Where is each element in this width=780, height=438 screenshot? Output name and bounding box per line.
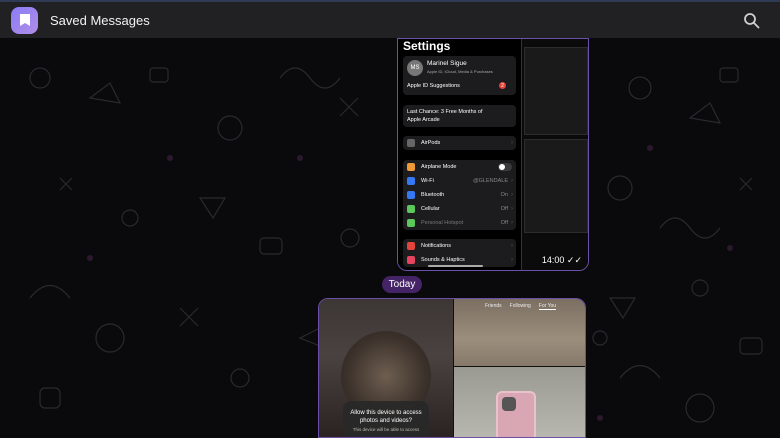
album-photo-3[interactable] (454, 367, 585, 437)
apple-id-suggestions: Apple ID Suggestions (407, 83, 460, 89)
hotspot-icon (407, 219, 415, 227)
bluetooth-icon (407, 191, 415, 199)
arcade-line1: Last Chance: 3 Free Months of (407, 109, 483, 115)
thumbnail-2 (524, 139, 588, 233)
airplane-icon (407, 163, 415, 171)
notifications-icon (407, 242, 415, 250)
search-icon[interactable] (743, 12, 760, 29)
arcade-line2: Apple Arcade (407, 117, 440, 123)
airpods-label: AirPods (421, 140, 441, 146)
bookmark-icon (19, 14, 30, 26)
sounds-label: Sounds & Haptics (421, 257, 465, 263)
album-photo-1[interactable]: Allow this device to access photos and v… (319, 299, 453, 437)
dialog-body: This device will be able to access (352, 427, 420, 432)
airplane-toggle (498, 163, 512, 171)
phone-case-shape (496, 391, 536, 437)
settings-title: Settings (403, 39, 451, 53)
suggestions-badge: 2 (499, 82, 506, 89)
dialog-title: Allow this device to access photos and v… (350, 410, 422, 424)
airpods-icon (407, 139, 415, 147)
notifications-group: Notifications › Sounds & Haptics › (403, 239, 516, 267)
album-photo-2[interactable]: Friends Following For You (454, 299, 585, 366)
sounds-icon (407, 256, 415, 264)
message-time: 14:00 ✓✓ (541, 255, 582, 265)
profile-avatar: MS (407, 60, 423, 76)
arcade-group: Last Chance: 3 Free Months of Apple Arca… (403, 105, 516, 127)
settings-row-airplane: Airplane Mode (403, 160, 516, 174)
chat-title[interactable]: Saved Messages (50, 13, 150, 28)
profile-subtitle: Apple ID, iCloud, Media & Purchases (427, 69, 493, 74)
connectivity-group: Airplane Mode Wi-Fi @GLENDALE › Bluetooth O… (403, 160, 516, 230)
cellular-icon (407, 205, 415, 213)
thumbnail-1 (524, 47, 588, 135)
settings-screen: Settings MS Marinel Sigue Apple ID, iClo… (398, 39, 520, 270)
settings-row-cellular: Cellular Off › (403, 202, 516, 216)
profile-group: MS Marinel Sigue Apple ID, iCloud, Media… (403, 56, 516, 95)
settings-row-bluetooth: Bluetooth On › (403, 188, 516, 202)
settings-screenshot-message[interactable]: Settings MS Marinel Sigue Apple ID, iClo… (397, 38, 589, 271)
home-indicator (428, 265, 483, 267)
profile-name: Marinel Sigue (427, 60, 467, 67)
airpods-group: AirPods › (403, 136, 516, 150)
date-separator: Today (382, 276, 422, 293)
settings-row-hotspot: Personal Hotspot Off › (403, 216, 516, 230)
notifications-label: Notifications (421, 243, 451, 249)
photo-album-message[interactable]: Allow this device to access photos and v… (318, 298, 586, 438)
settings-row-wifi: Wi-Fi @GLENDALE › (403, 174, 516, 188)
screenshot-thumbnails (521, 39, 588, 270)
feed-tabs: Friends Following For You (484, 302, 557, 310)
wifi-icon (407, 177, 415, 185)
saved-messages-avatar[interactable] (11, 6, 38, 34)
permission-dialog: Allow this device to access photos and v… (343, 401, 429, 437)
chat-header: Saved Messages (0, 0, 780, 38)
